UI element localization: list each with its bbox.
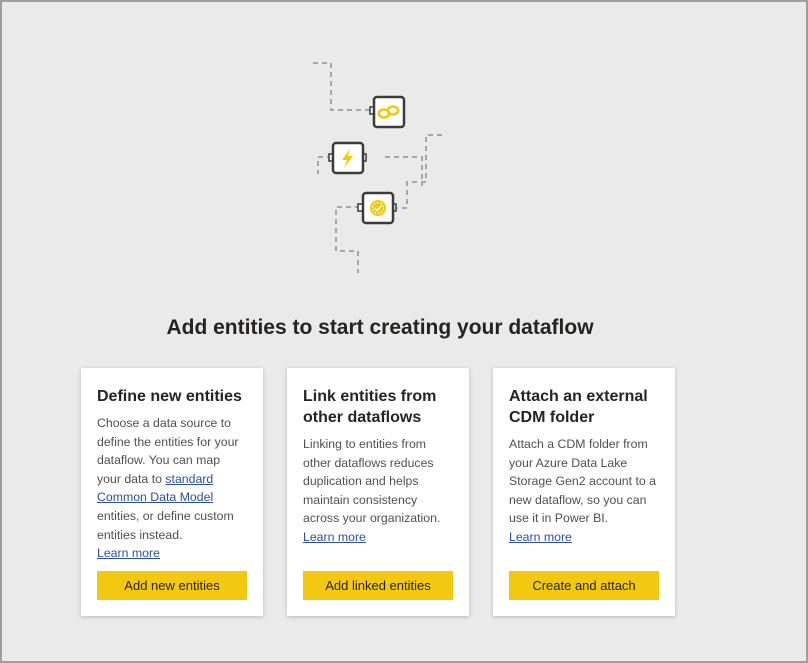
add-linked-entities-button[interactable]: Add linked entities [303, 571, 453, 600]
card-description: Attach a CDM folder from your Azure Data… [509, 437, 656, 526]
define-new-entities-card: Define new entities Choose a data source… [81, 368, 263, 616]
card-description: Choose a data source to define the entit… [97, 414, 247, 544]
learn-more-link[interactable]: Learn more [509, 528, 572, 547]
card-description: Linking to entities from other dataflows… [303, 437, 441, 526]
page-headline: Add entities to start creating your data… [166, 316, 594, 339]
link-node [369, 95, 406, 129]
lightning-node [328, 141, 367, 175]
card-title: Define new entities [97, 388, 242, 405]
badge-node [357, 191, 397, 225]
add-new-entities-button[interactable]: Add new entities [97, 571, 247, 600]
learn-more-link[interactable]: Learn more [97, 544, 160, 563]
attach-cdm-folder-card: Attach an external CDM folder Attach a C… [493, 368, 675, 616]
card-title: Link entities from other dataflows [303, 388, 437, 426]
card-title: Attach an external CDM folder [509, 388, 648, 426]
badge-check-icon [370, 200, 386, 216]
card-description-text-end: entities, or define custom entities inst… [97, 508, 234, 542]
link-entities-card: Link entities from other dataflows Linki… [287, 368, 469, 616]
app-window: Add entities to start creating your data… [0, 0, 808, 663]
create-and-attach-button[interactable]: Create and attach [509, 571, 659, 600]
learn-more-link[interactable]: Learn more [303, 528, 366, 547]
dataflow-illustration [313, 62, 442, 273]
